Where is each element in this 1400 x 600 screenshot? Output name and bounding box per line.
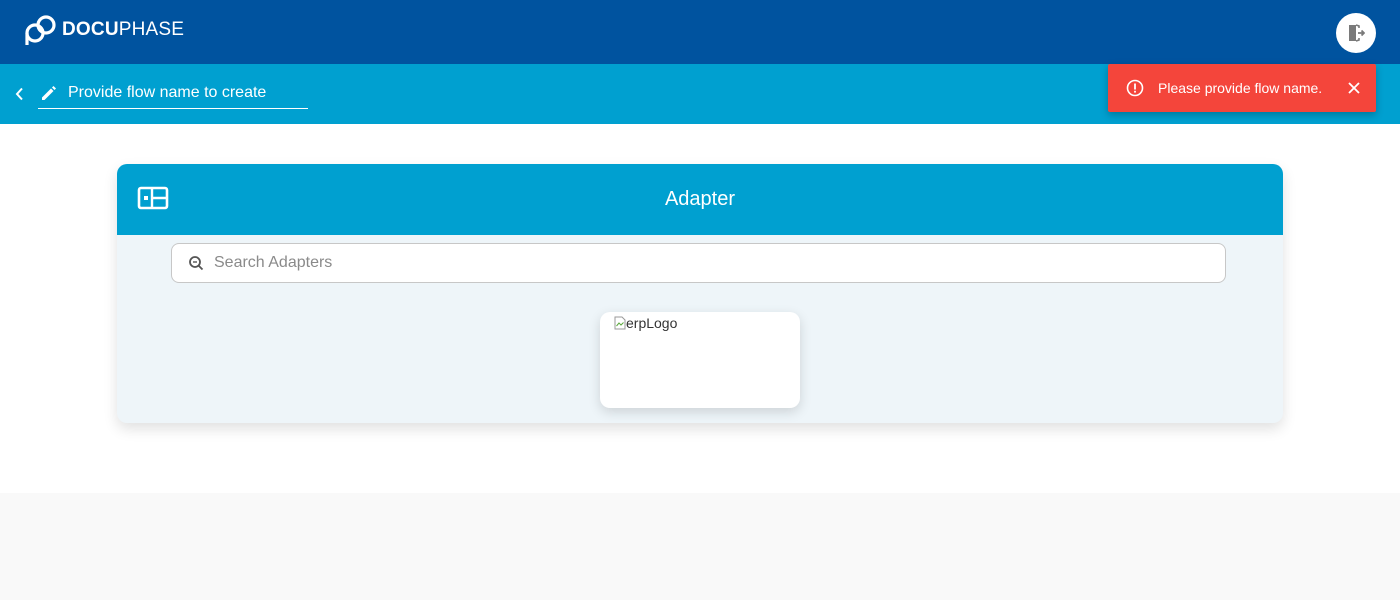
flow-name-field — [38, 78, 308, 109]
error-circle-icon — [1126, 79, 1144, 97]
logo-text-bold: DOCU — [62, 19, 119, 40]
logout-button[interactable] — [1336, 13, 1376, 53]
flow-name-input[interactable] — [68, 81, 298, 105]
main-content: Adapter erpLogo — [0, 124, 1400, 493]
logo-text-light: PHASE — [118, 19, 185, 40]
broken-image-icon — [614, 316, 626, 330]
top-header: DOCU PHASE — [0, 0, 1400, 64]
adapter-tile-erp[interactable]: erpLogo — [600, 312, 800, 408]
adapter-panel: Adapter erpLogo — [117, 164, 1283, 423]
error-toast: Please provide flow name. — [1108, 64, 1376, 112]
docuphase-logo[interactable]: DOCU PHASE — [24, 14, 184, 46]
erp-logo-alt-text: erpLogo — [626, 315, 678, 331]
close-icon[interactable] — [1345, 79, 1363, 97]
adapter-search-box — [171, 243, 1226, 283]
docuphase-logo-icon — [25, 15, 56, 45]
search-icon — [187, 254, 205, 272]
adapter-search-input[interactable] — [214, 254, 1194, 272]
erp-logo-image: erpLogo — [614, 315, 677, 331]
toast-message: Please provide flow name. — [1158, 80, 1323, 96]
adapter-panel-header: Adapter — [117, 164, 1283, 235]
back-button[interactable] — [9, 83, 31, 105]
chevron-left-icon — [15, 87, 23, 101]
pencil-icon — [39, 83, 59, 103]
logout-icon — [1349, 24, 1365, 42]
adapter-panel-title: Adapter — [664, 188, 736, 210]
